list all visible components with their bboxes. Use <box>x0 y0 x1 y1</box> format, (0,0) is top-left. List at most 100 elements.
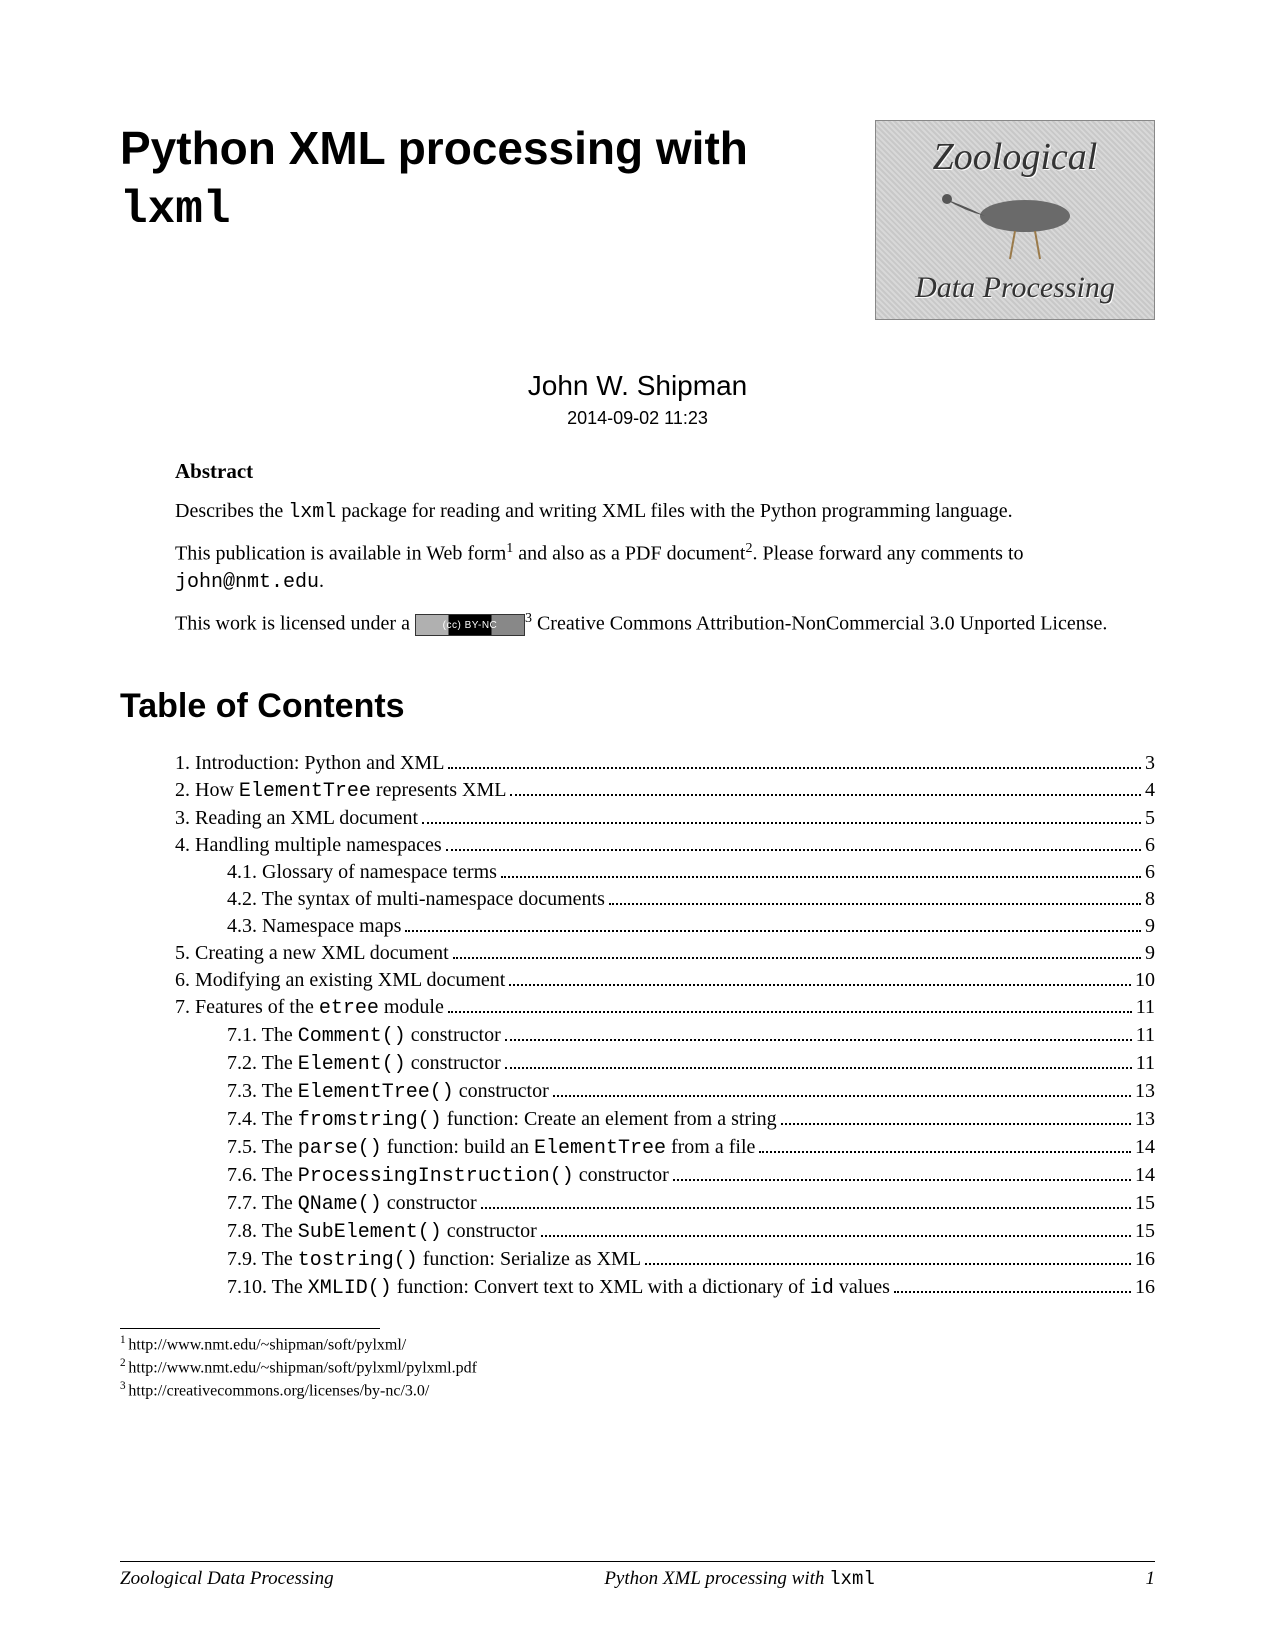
toc-leader-dots <box>505 1039 1132 1041</box>
footnote-url[interactable]: http://www.nmt.edu/~shipman/soft/pylxml/… <box>128 1360 477 1377</box>
toc-entry[interactable]: 7.1. The Comment() constructor 11 <box>175 1022 1155 1050</box>
title-text: Python XML processing with <box>120 122 748 174</box>
toc-entry[interactable]: 7.9. The tostring() function: Serialize … <box>175 1246 1155 1274</box>
author: John W. Shipman <box>120 370 1155 402</box>
footnote-ref-3[interactable]: 3 <box>525 611 532 626</box>
toc-leader-dots <box>541 1235 1131 1237</box>
toc-label: 7.1. The Comment() constructor <box>227 1022 501 1050</box>
abstract-p2: This publication is available in Web for… <box>175 540 1155 596</box>
abstract-heading: Abstract <box>175 459 1155 484</box>
toc-entry[interactable]: 4. Handling multiple namespaces6 <box>175 832 1155 859</box>
toc-entry[interactable]: 7.8. The SubElement() constructor 15 <box>175 1218 1155 1246</box>
toc-leader-dots <box>509 984 1131 986</box>
abstract: Abstract Describes the lxml package for … <box>175 459 1155 637</box>
toc-leader-dots <box>609 903 1141 905</box>
toc-entry[interactable]: 7.2. The Element() constructor 11 <box>175 1050 1155 1078</box>
logo-text-top: Zoological <box>933 135 1098 179</box>
toc-entry[interactable]: 7.3. The ElementTree() constructor 13 <box>175 1078 1155 1106</box>
toc-label: 4.2. The syntax of multi-namespace docum… <box>227 886 605 913</box>
toc-leader-dots <box>510 794 1141 796</box>
toc-entry[interactable]: 7. Features of the etree module 11 <box>175 994 1155 1022</box>
footnote: 3 http://creativecommons.org/licenses/by… <box>120 1379 1155 1402</box>
toc-leader-dots <box>481 1207 1131 1209</box>
toc-leader-dots <box>645 1263 1131 1265</box>
toc-leader-dots <box>446 849 1141 851</box>
toc-label: 7.7. The QName() constructor <box>227 1190 477 1218</box>
toc-leader-dots <box>505 1067 1132 1069</box>
toc-page: 11 <box>1136 1050 1155 1077</box>
toc-entry[interactable]: 5. Creating a new XML document 9 <box>175 940 1155 967</box>
toc-leader-dots <box>422 822 1141 824</box>
title-mono: lxml <box>120 184 230 236</box>
toc-leader-dots <box>673 1179 1131 1181</box>
toc-entry[interactable]: 2. How ElementTree represents XML4 <box>175 777 1155 805</box>
toc-leader-dots <box>553 1095 1131 1097</box>
toc-entry[interactable]: 4.2. The syntax of multi-namespace docum… <box>175 886 1155 913</box>
abstract-p1: Describes the lxml package for reading a… <box>175 498 1155 526</box>
toc-label: 7.3. The ElementTree() constructor <box>227 1078 549 1106</box>
toc-page: 14 <box>1135 1162 1155 1189</box>
toc-entry[interactable]: 7.10. The XMLID() function: Convert text… <box>175 1274 1155 1302</box>
toc-entry[interactable]: 7.7. The QName() constructor15 <box>175 1190 1155 1218</box>
footer-left: Zoological Data Processing <box>120 1568 334 1590</box>
toc-entry[interactable]: 1. Introduction: Python and XML 3 <box>175 750 1155 777</box>
toc-page: 14 <box>1135 1134 1155 1161</box>
toc-entry[interactable]: 4.1. Glossary of namespace terms6 <box>175 859 1155 886</box>
toc-label: 7.4. The fromstring() function: Create a… <box>227 1106 777 1134</box>
toc-label: 7.8. The SubElement() constructor <box>227 1218 537 1246</box>
toc-leader-dots <box>453 957 1141 959</box>
logo-image: Zoological Data Processing <box>875 120 1155 320</box>
footnote: 2 http://www.nmt.edu/~shipman/soft/pylxm… <box>120 1356 1155 1379</box>
toc-page: 13 <box>1135 1078 1155 1105</box>
footnote-url[interactable]: http://www.nmt.edu/~shipman/soft/pylxml/ <box>128 1337 406 1354</box>
toc-leader-dots <box>894 1291 1131 1293</box>
toc-entry[interactable]: 7.6. The ProcessingInstruction() constru… <box>175 1162 1155 1190</box>
toc-page: 16 <box>1135 1246 1155 1273</box>
toc-page: 13 <box>1135 1106 1155 1133</box>
toc-label: 4.3. Namespace maps <box>227 913 401 940</box>
toc-page: 11 <box>1136 1022 1155 1049</box>
toc-page: 11 <box>1136 994 1155 1021</box>
toc-leader-dots <box>501 876 1141 878</box>
toc-page: 9 <box>1145 913 1155 940</box>
page-footer: Zoological Data Processing Python XML pr… <box>120 1561 1155 1590</box>
toc-page: 6 <box>1145 859 1155 886</box>
logo-text-bottom: Data Processing <box>915 271 1115 305</box>
toc-entry[interactable]: 3. Reading an XML document 5 <box>175 805 1155 832</box>
toc-label: 1. Introduction: Python and XML <box>175 750 444 777</box>
cc-badge-icon[interactable]: (cc) BY-NC <box>415 614 525 636</box>
toc-label: 7.2. The Element() constructor <box>227 1050 501 1078</box>
page-title: Python XML processing with lxml <box>120 120 845 239</box>
footnote-url[interactable]: http://creativecommons.org/licenses/by-n… <box>128 1382 429 1399</box>
toc-label: 7.5. The parse() function: build an Elem… <box>227 1134 755 1162</box>
toc-page: 15 <box>1135 1218 1155 1245</box>
toc-entry[interactable]: 7.4. The fromstring() function: Create a… <box>175 1106 1155 1134</box>
toc: 1. Introduction: Python and XML 32. How E… <box>175 750 1155 1302</box>
toc-entry[interactable]: 6. Modifying an existing XML document 10 <box>175 967 1155 994</box>
toc-page: 3 <box>1145 750 1155 777</box>
toc-label: 7.6. The ProcessingInstruction() constru… <box>227 1162 669 1190</box>
toc-page: 8 <box>1145 886 1155 913</box>
toc-label: 7.9. The tostring() function: Serialize … <box>227 1246 641 1274</box>
toc-label: 7.10. The XMLID() function: Convert text… <box>227 1274 890 1302</box>
footnote: 1 http://www.nmt.edu/~shipman/soft/pylxm… <box>120 1333 1155 1356</box>
toc-page: 5 <box>1145 805 1155 832</box>
toc-page: 6 <box>1145 832 1155 859</box>
footer-center: Python XML processing with lxml <box>604 1568 874 1590</box>
toc-label: 6. Modifying an existing XML document <box>175 967 505 994</box>
date: 2014-09-02 11:23 <box>120 408 1155 429</box>
toc-label: 5. Creating a new XML document <box>175 940 449 967</box>
toc-leader-dots <box>781 1123 1131 1125</box>
email[interactable]: john@nmt.edu <box>175 571 319 594</box>
toc-entry[interactable]: 4.3. Namespace maps 9 <box>175 913 1155 940</box>
toc-leader-dots <box>448 1011 1132 1013</box>
toc-label: 7. Features of the etree module <box>175 994 444 1022</box>
toc-page: 10 <box>1135 967 1155 994</box>
toc-entry[interactable]: 7.5. The parse() function: build an Elem… <box>175 1134 1155 1162</box>
toc-label: 3. Reading an XML document <box>175 805 418 832</box>
toc-leader-dots <box>759 1151 1131 1153</box>
toc-leader-dots <box>448 767 1141 769</box>
footnotes: 1 http://www.nmt.edu/~shipman/soft/pylxm… <box>120 1328 1155 1402</box>
toc-page: 16 <box>1135 1274 1155 1301</box>
toc-page: 9 <box>1145 940 1155 967</box>
